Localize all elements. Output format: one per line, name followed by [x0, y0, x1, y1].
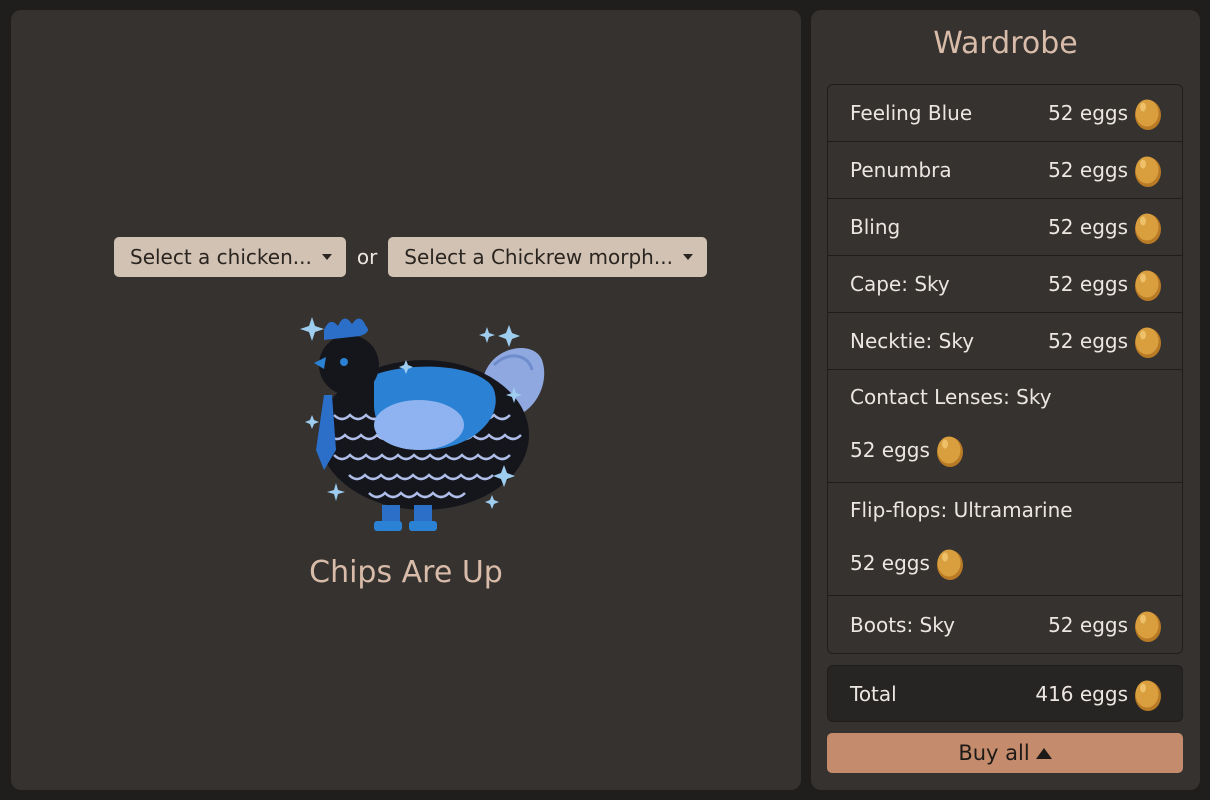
chicken-select-dropdown[interactable]: Select a chicken... — [114, 237, 346, 277]
egg-icon — [936, 546, 964, 580]
total-price-label: 416 eggs — [1035, 681, 1128, 706]
item-name: Bling — [850, 215, 901, 239]
price-label: 52 eggs — [850, 551, 930, 575]
chicken-preview-panel: Select a chicken... or Select a Chickrew… — [11, 10, 801, 790]
item-price: 52 eggs — [1048, 608, 1162, 642]
list-item: Bling 52 eggs — [828, 199, 1182, 256]
item-name: Flip-flops: Ultramarine — [850, 498, 1073, 522]
item-name: Boots: Sky — [850, 612, 955, 637]
egg-icon — [1134, 267, 1162, 301]
item-price: 52 eggs — [1048, 210, 1162, 244]
list-item: Contact Lenses: Sky 52 eggs — [828, 370, 1182, 483]
item-price: 52 eggs — [1048, 96, 1162, 130]
price-label: 52 eggs — [1048, 215, 1128, 239]
buy-all-button[interactable]: Buy all — [827, 733, 1183, 773]
chicken-image — [300, 317, 545, 531]
morph-select-dropdown[interactable]: Select a Chickrew morph... — [388, 237, 707, 277]
list-item: Necktie: Sky 52 eggs — [828, 313, 1182, 370]
egg-icon — [936, 433, 964, 467]
list-item: Feeling Blue 52 eggs — [828, 85, 1182, 142]
list-item: Penumbra 52 eggs — [828, 142, 1182, 199]
wardrobe-item-list: Feeling Blue 52 eggs Penumbra 52 eggs Bl… — [827, 84, 1183, 654]
price-label: 52 eggs — [1048, 272, 1128, 296]
item-name: Penumbra — [850, 158, 952, 182]
item-name: Cape: Sky — [850, 272, 950, 296]
item-name: Feeling Blue — [850, 101, 973, 125]
egg-icon — [1134, 324, 1162, 358]
total-label: Total — [850, 681, 897, 706]
total-row: Total 416 eggs — [827, 665, 1183, 722]
price-label: 52 eggs — [1048, 329, 1128, 353]
list-item: Cape: Sky 52 eggs — [828, 256, 1182, 313]
morph-select-label: Select a Chickrew morph... — [404, 245, 673, 269]
egg-icon — [1134, 153, 1162, 187]
item-price: 52 eggs — [1048, 153, 1162, 187]
price-label: 52 eggs — [1048, 158, 1128, 182]
item-price: 52 eggs — [850, 546, 964, 580]
item-price: 52 eggs — [1048, 324, 1162, 358]
caret-down-icon — [682, 254, 693, 260]
or-label: or — [356, 245, 378, 269]
price-label: 52 eggs — [1048, 612, 1128, 637]
chicken-select-label: Select a chicken... — [130, 245, 312, 269]
egg-icon — [1134, 608, 1162, 642]
chicken-name: Chips Are Up — [309, 555, 503, 590]
selector-row: Select a chicken... or Select a Chickrew… — [114, 237, 707, 277]
triangle-up-icon — [1035, 747, 1052, 759]
total-price: 416 eggs — [1035, 677, 1162, 711]
wardrobe-panel: Wardrobe Feeling Blue 52 eggs Penumbra 5… — [811, 10, 1200, 790]
price-label: 52 eggs — [850, 438, 930, 462]
price-label: 52 eggs — [1048, 101, 1128, 125]
wardrobe-title: Wardrobe — [933, 26, 1078, 61]
item-price: 52 eggs — [1048, 267, 1162, 301]
egg-icon — [1134, 677, 1162, 711]
egg-icon — [1134, 96, 1162, 130]
egg-icon — [1134, 210, 1162, 244]
buy-all-label: Buy all — [958, 741, 1030, 765]
item-name: Contact Lenses: Sky — [850, 385, 1052, 409]
caret-down-icon — [321, 254, 332, 260]
list-item: Boots: Sky 52 eggs — [828, 596, 1182, 653]
item-price: 52 eggs — [850, 433, 964, 467]
item-name: Necktie: Sky — [850, 329, 975, 353]
list-item: Flip-flops: Ultramarine 52 eggs — [828, 483, 1182, 596]
